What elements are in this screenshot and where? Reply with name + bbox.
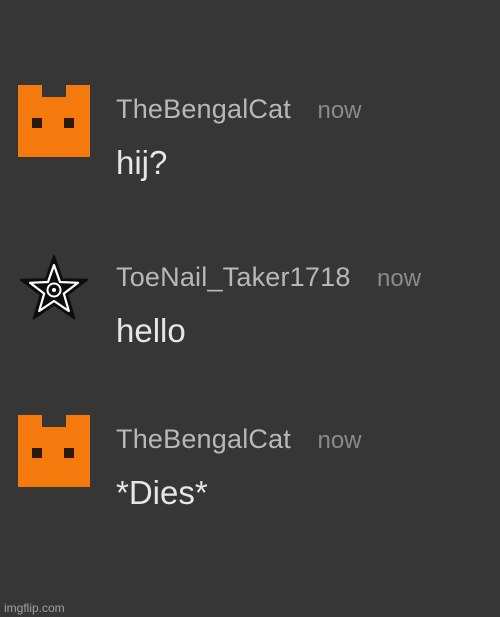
timestamp: now — [317, 97, 362, 124]
message-text: hij? — [116, 144, 168, 181]
chat-message: ToeNail_Taker1718 now hello — [0, 250, 500, 370]
timestamp: now — [317, 427, 362, 454]
username[interactable]: TheBengalCat — [116, 424, 291, 454]
star-icon — [20, 255, 88, 320]
avatar[interactable] — [18, 85, 90, 157]
avatar[interactable] — [18, 253, 90, 325]
message-header: ToeNail_Taker1718 now — [116, 262, 421, 293]
message-header: TheBengalCat now — [116, 424, 362, 455]
message-header: TheBengalCat now — [116, 94, 362, 125]
message-text: *Dies* — [116, 474, 208, 511]
message-text: hello — [116, 312, 186, 349]
orange-cat-block-icon — [18, 415, 90, 487]
chat-log: TheBengalCat now hij? ToeNail_Taker1718 … — [0, 0, 500, 617]
avatar[interactable] — [18, 415, 90, 487]
chat-message: TheBengalCat now *Dies* — [0, 412, 500, 532]
username[interactable]: TheBengalCat — [116, 94, 291, 124]
orange-cat-block-icon — [18, 85, 90, 157]
timestamp: now — [377, 265, 422, 292]
chat-message: TheBengalCat now hij? — [0, 82, 500, 202]
watermark: imgflip.com — [4, 601, 65, 615]
username[interactable]: ToeNail_Taker1718 — [116, 262, 351, 292]
